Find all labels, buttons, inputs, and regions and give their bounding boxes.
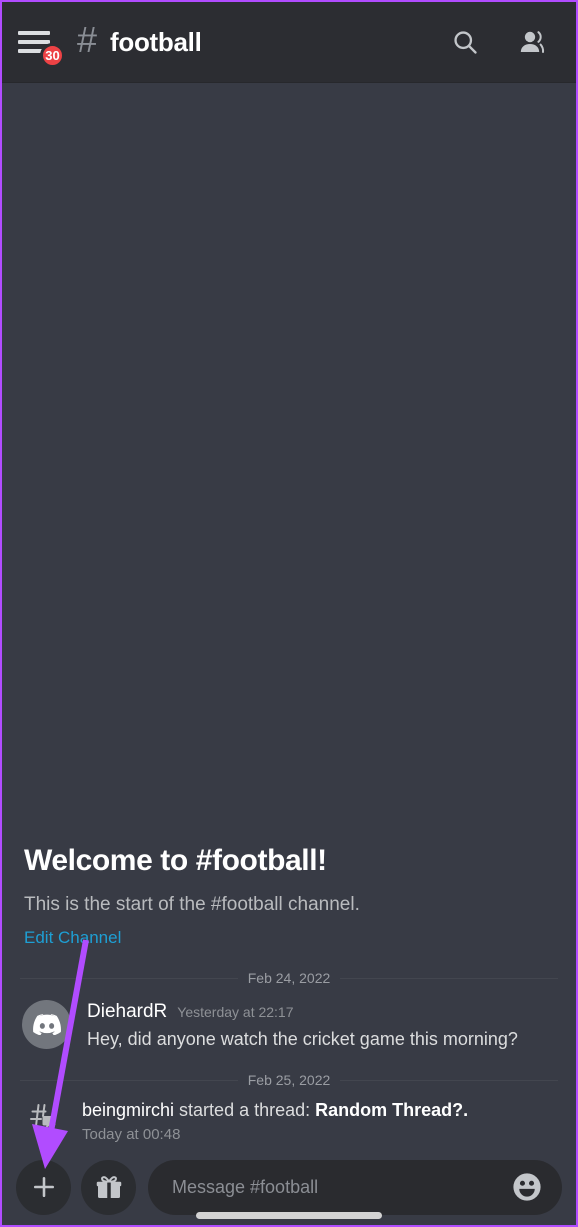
date-divider: Feb 25, 2022: [20, 1072, 559, 1088]
hamburger-line: [18, 31, 50, 35]
message-author[interactable]: DiehardR: [87, 1001, 167, 1023]
welcome-title: Welcome to #football!: [24, 844, 327, 877]
hamburger-menu-button[interactable]: 30: [18, 19, 65, 68]
message-input-placeholder: Message #football: [172, 1176, 319, 1197]
members-icon[interactable]: [510, 19, 556, 65]
message-input[interactable]: Message #football: [148, 1159, 562, 1215]
avatar[interactable]: [22, 1000, 71, 1049]
edit-channel-link[interactable]: Edit Channel: [24, 928, 121, 948]
channel-welcome: Welcome to #football! This is the start …: [2, 844, 576, 948]
thread-created-row[interactable]: beingmirchi started a thread: Random Thr…: [2, 1088, 576, 1143]
message-body: DiehardR Yesterday at 22:17 Hey, did any…: [87, 1000, 556, 1050]
discord-mobile-app: 30 # football Welcome to #football! This…: [0, 0, 578, 1227]
thread-author[interactable]: beingmirchi: [82, 1100, 174, 1120]
thread-body: beingmirchi started a thread: Random Thr…: [82, 1100, 468, 1143]
emoji-smiley-icon[interactable]: [508, 1168, 546, 1206]
unread-badge: 30: [40, 43, 65, 68]
message-list[interactable]: Welcome to #football! This is the start …: [2, 83, 576, 1149]
divider-label: Feb 25, 2022: [247, 1072, 331, 1088]
message-row[interactable]: DiehardR Yesterday at 22:17 Hey, did any…: [2, 986, 576, 1050]
thread-name[interactable]: Random Thread?.: [315, 1100, 468, 1120]
message-timestamp: Yesterday at 22:17: [177, 1004, 294, 1020]
divider-line: [20, 1079, 238, 1081]
message-header: DiehardR Yesterday at 22:17: [87, 1001, 556, 1023]
page-title: football: [110, 26, 202, 57]
message-text: Hey, did anyone watch the cricket game t…: [87, 1029, 518, 1049]
gift-button[interactable]: [81, 1159, 136, 1215]
divider-line: [340, 977, 559, 979]
thread-created-icon: [22, 1100, 66, 1130]
divider-line: [340, 1079, 559, 1081]
add-attachment-button[interactable]: [16, 1159, 71, 1215]
divider-line: [20, 977, 238, 979]
thread-action: started a thread:: [174, 1100, 316, 1120]
hash-icon: #: [77, 19, 98, 60]
search-icon[interactable]: [442, 19, 488, 65]
welcome-subtitle: This is the start of the #football chann…: [24, 894, 360, 915]
date-divider: Feb 24, 2022: [20, 970, 559, 986]
divider-label: Feb 24, 2022: [247, 970, 331, 986]
thread-timestamp: Today at 00:48: [82, 1126, 181, 1143]
home-indicator: [196, 1212, 382, 1219]
hamburger-line: [18, 40, 50, 44]
channel-header: 30 # football: [2, 2, 576, 83]
thread-description: beingmirchi started a thread: Random Thr…: [82, 1100, 468, 1121]
